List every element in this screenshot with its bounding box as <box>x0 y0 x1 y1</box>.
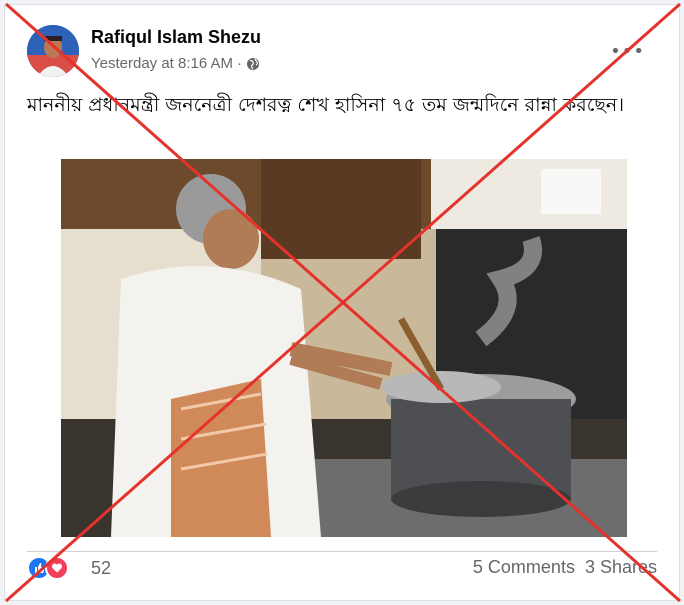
author-name[interactable]: Rafiqul Islam Shezu <box>91 27 261 48</box>
avatar-image <box>27 25 79 77</box>
engagement-divider <box>27 551 657 552</box>
facebook-post-card: Rafiqul Islam Shezu Yesterday at 8:16 AM… <box>4 4 680 601</box>
reaction-count[interactable]: 52 <box>91 558 111 579</box>
reactions-summary[interactable]: 52 <box>27 553 111 583</box>
globe-icon[interactable] <box>246 57 260 71</box>
engagement-stats: 5 Comments 3 Shares <box>473 557 657 578</box>
post-meta: Yesterday at 8:16 AM · <box>91 55 260 72</box>
post-timestamp[interactable]: Yesterday at 8:16 AM <box>91 55 233 72</box>
author-avatar[interactable] <box>27 25 79 77</box>
meta-separator: · <box>237 55 243 72</box>
love-icon <box>45 556 69 580</box>
more-options-icon[interactable]: ••• <box>610 41 645 62</box>
post-photo[interactable] <box>61 159 627 537</box>
post-header: Rafiqul Islam Shezu Yesterday at 8:16 AM… <box>5 5 679 85</box>
comments-count[interactable]: 5 Comments <box>473 557 575 578</box>
kitchen-cooking-image <box>61 159 627 537</box>
post-text: মাননীয় প্রধানমন্ত্রী জননেত্রী দেশরত্ন শ… <box>27 94 625 116</box>
shares-count[interactable]: 3 Shares <box>585 557 657 578</box>
